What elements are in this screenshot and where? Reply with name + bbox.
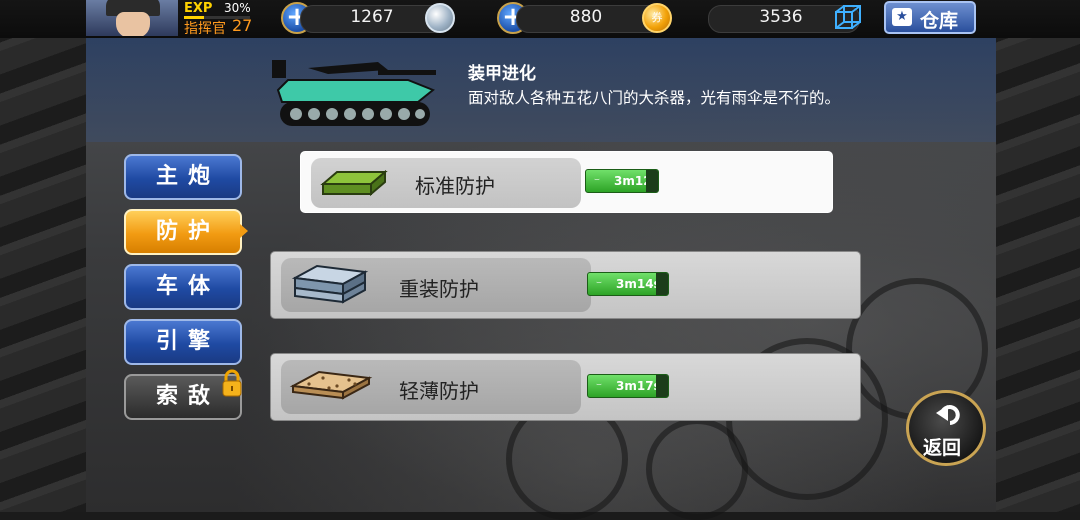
wood-plate-icon bbox=[289, 370, 373, 400]
armor-row-standard[interactable]: 标准防护 ⌣ 3m12s bbox=[300, 151, 833, 213]
active-tab-arrow-icon bbox=[240, 224, 248, 238]
exp-percent: 30% bbox=[224, 1, 251, 15]
upgrade-timer: ⌣ 3m14s bbox=[587, 272, 669, 296]
exp-label: EXP bbox=[184, 1, 213, 16]
info-title: 装甲进化 bbox=[468, 64, 536, 84]
back-button[interactable]: 返回 bbox=[906, 390, 986, 466]
warehouse-button[interactable]: ★ 仓库 bbox=[884, 1, 976, 34]
tab-chassis[interactable]: 车体 bbox=[124, 264, 242, 310]
armor-name: 标准防护 bbox=[415, 174, 495, 198]
timer-value: 3m17s bbox=[616, 379, 661, 393]
lock-icon bbox=[222, 369, 242, 397]
clock-icon: ⌣ bbox=[596, 380, 602, 390]
upgrade-timer: ⌣ 3m17s bbox=[587, 374, 669, 398]
commander-avatar[interactable] bbox=[86, 0, 178, 36]
steel-plate-icon bbox=[291, 264, 369, 304]
rank-level: 27 bbox=[232, 16, 253, 35]
back-label: 返回 bbox=[923, 437, 962, 459]
warehouse-label: 仓库 bbox=[920, 10, 959, 32]
background-left bbox=[0, 0, 86, 512]
clock-icon: ⌣ bbox=[596, 278, 602, 288]
gold-coin-icon: 券 bbox=[642, 3, 672, 33]
energy-value: 3536 bbox=[759, 7, 803, 27]
tab-armor[interactable]: 防护 bbox=[124, 209, 242, 255]
green-plate-icon bbox=[320, 169, 388, 197]
armor-name: 重装防护 bbox=[399, 277, 479, 301]
upgrade-timer: ⌣ 3m12s bbox=[585, 169, 659, 193]
tab-engine[interactable]: 引擎 bbox=[124, 319, 242, 365]
tank-icon bbox=[272, 60, 436, 126]
gold-value: 880 bbox=[569, 7, 603, 27]
rank-title: 指挥官 bbox=[184, 21, 226, 37]
armor-row-heavy[interactable]: 重装防护 ⌣ 3m14s bbox=[270, 251, 861, 319]
armor-name: 轻薄防护 bbox=[399, 379, 479, 403]
timer-value: 3m14s bbox=[616, 277, 661, 291]
armor-row-light[interactable]: 轻薄防护 ⌣ 3m17s bbox=[270, 353, 861, 421]
silver-value: 1267 bbox=[350, 7, 394, 27]
tab-main-gun[interactable]: 主炮 bbox=[124, 154, 242, 200]
cube-icon bbox=[835, 5, 861, 29]
silver-coin-icon bbox=[425, 3, 455, 33]
clock-icon: ⌣ bbox=[594, 175, 600, 185]
star-box-icon: ★ bbox=[892, 8, 912, 26]
background-right bbox=[996, 0, 1080, 512]
info-description: 面对敌人各种五花八门的大杀器，光有雨伞是不行的。 bbox=[468, 89, 841, 107]
return-arrow-icon bbox=[936, 405, 960, 425]
